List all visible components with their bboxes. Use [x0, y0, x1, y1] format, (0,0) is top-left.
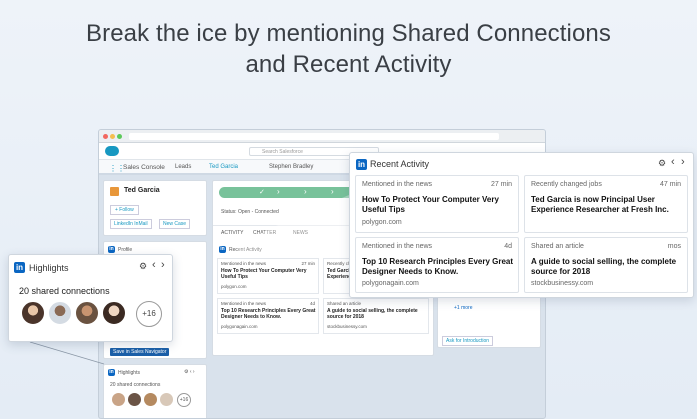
- tile-source: polygonagain.com: [362, 280, 419, 287]
- tile-headline: A guide to social selling, the complete …: [531, 257, 677, 276]
- tile-type: Mentioned in the news: [362, 243, 433, 250]
- tile-headline: Ted Garcia is now Principal User Experie…: [531, 195, 669, 214]
- tile-type: Recently changed jobs: [531, 181, 602, 188]
- chevron-left-icon[interactable]: ‹: [671, 156, 675, 168]
- tile-type: Shared an article: [531, 243, 584, 250]
- recent-activity-callout-wedge: [238, 195, 349, 258]
- activity-tile[interactable]: Mentioned in the news 4d Top 10 Research…: [355, 237, 519, 293]
- recent-activity-card: in Recent Activity ⚙ ‹ › Mentioned in th…: [349, 152, 694, 298]
- tile-type: Mentioned in the news: [362, 181, 433, 188]
- highlights-callout-line: [29, 341, 105, 365]
- connection-avatar[interactable]: [48, 301, 72, 325]
- recent-activity-title: Recent Activity: [370, 159, 430, 169]
- shared-connections-count: 20 shared connections: [19, 286, 110, 296]
- tile-time: 27 min: [490, 181, 512, 188]
- more-connections-badge[interactable]: +16: [136, 301, 162, 327]
- activity-tile[interactable]: Mentioned in the news 27 min How To Prot…: [355, 175, 519, 233]
- connection-avatar[interactable]: [21, 301, 45, 325]
- tile-time: mos: [667, 243, 681, 250]
- tile-source: stockbusinessy.com: [531, 280, 594, 287]
- tile-headline: How To Protect Your Computer Very Useful…: [362, 195, 499, 214]
- settings-icon[interactable]: ⚙: [139, 261, 147, 272]
- connection-avatar[interactable]: [102, 301, 126, 325]
- tile-time: 47 min: [659, 181, 681, 188]
- linkedin-logo-icon: in: [356, 159, 367, 170]
- linkedin-logo-icon: in: [14, 262, 25, 273]
- highlights-title: Highlights: [29, 263, 69, 273]
- chevron-left-icon[interactable]: ‹: [152, 259, 156, 271]
- chevron-right-icon[interactable]: ›: [161, 259, 165, 271]
- chevron-right-icon[interactable]: ›: [681, 156, 685, 168]
- tile-source: polygon.com: [362, 219, 402, 226]
- connection-avatar[interactable]: [75, 301, 99, 325]
- activity-tile[interactable]: Shared an article mos A guide to social …: [524, 237, 688, 293]
- tile-headline: Top 10 Research Principles Every Great D…: [362, 257, 514, 276]
- settings-icon[interactable]: ⚙: [658, 158, 666, 169]
- tile-time: 4d: [504, 243, 512, 250]
- activity-tile[interactable]: Recently changed jobs 47 min Ted Garcia …: [524, 175, 688, 233]
- highlights-card: in Highlights ⚙ ‹ › 20 shared connection…: [8, 254, 173, 342]
